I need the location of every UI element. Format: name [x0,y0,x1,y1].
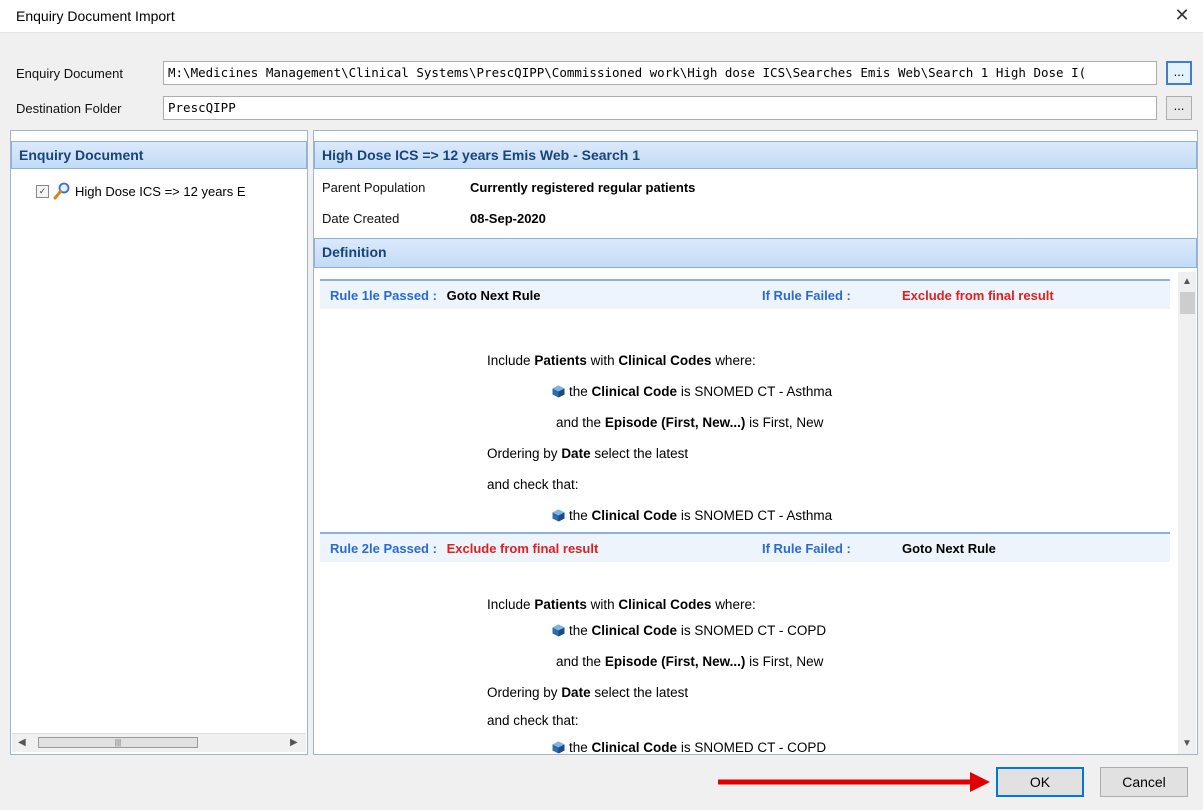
date-created-label: Date Created [322,211,400,226]
rule-1-title: Rule 1le Passed : [330,288,437,303]
clinical-code-icon [552,624,565,637]
rule-2-failed-label: If Rule Failed : [762,541,851,556]
rule-1-failed-label: If Rule Failed : [762,288,851,303]
tree-item-label: High Dose ICS => 12 years E [75,183,246,199]
rule-2-bar: Rule 2le Passed : Exclude from final res… [320,532,1170,562]
rule-2-passed-action: Exclude from final result [446,541,599,556]
window-title: Enquiry Document Import [16,8,175,24]
parent-population-label: Parent Population [322,180,426,195]
vertical-scroll-thumb[interactable] [1180,292,1195,314]
rule-2-failed-action: Goto Next Rule [902,541,996,556]
rule-1-check-code-line: the Clinical Code is SNOMED CT - Asthma [552,508,832,523]
enquiry-document-field[interactable]: M:\Medicines Management\Clinical Systems… [163,61,1157,85]
clinical-code-icon [552,741,565,754]
rule-2-check-line: and check that: [487,713,579,728]
rule-1-passed-action: Goto Next Rule [446,288,541,303]
destination-folder-browse-button[interactable]: ... [1166,96,1192,120]
rule-1-check-line: and check that: [487,477,579,492]
date-created-value: 08-Sep-2020 [470,211,546,226]
rule-1-ordering-line: Ordering by Date select the latest [487,446,689,461]
rule-2-include-line: Include Patients with Clinical Codes whe… [487,597,756,612]
search-title-header: High Dose ICS => 12 years Emis Web - Sea… [314,141,1197,169]
enquiry-document-browse-button[interactable]: ... [1166,61,1192,85]
enquiry-tree-header: Enquiry Document [11,141,307,169]
vertical-scrollbar[interactable] [1178,272,1196,754]
rule-2-code-line: the Clinical Code is SNOMED CT - COPD [552,623,826,638]
scroll-up-icon[interactable]: ▲ [1182,276,1192,287]
parent-population-value: Currently registered regular patients [470,180,696,195]
rule-2-check-code-line: the Clinical Code is SNOMED CT - COPD [552,740,826,754]
horizontal-scroll-thumb[interactable]: ||| [38,737,198,748]
destination-folder-label: Destination Folder [16,101,122,116]
rule-2-title: Rule 2le Passed : [330,541,437,556]
destination-folder-field[interactable]: PrescQIPP [163,96,1157,120]
definition-header: Definition [314,238,1197,268]
rule-1-bar: Rule 1le Passed : Goto Next Rule If Rule… [320,279,1170,309]
annotation-arrow-icon [718,772,990,792]
tree-item[interactable]: ✓ High Dose ICS => 12 years E [36,181,306,201]
title-bar: Enquiry Document Import ✕ [0,0,1203,33]
tree-item-checkbox[interactable]: ✓ [36,184,49,198]
search-icon [53,182,70,200]
rule-1-episode-line: and the Episode (First, New...) is First… [556,415,824,430]
scroll-down-icon[interactable]: ▼ [1182,738,1192,749]
enquiry-document-label: Enquiry Document [16,66,123,81]
ok-button[interactable]: OK [996,767,1084,797]
clinical-code-icon [552,385,565,398]
cancel-button[interactable]: Cancel [1100,767,1188,797]
rule-1-failed-action: Exclude from final result [902,288,1054,303]
rule-2-episode-line: and the Episode (First, New...) is First… [556,654,824,669]
rule-1-include-line: Include Patients with Clinical Codes whe… [487,353,756,368]
close-icon[interactable]: ✕ [1171,4,1193,26]
clinical-code-icon [552,509,565,522]
scroll-left-icon[interactable]: ◀ [18,737,26,748]
enquiry-tree-pane [10,130,308,755]
scroll-right-icon[interactable]: ▶ [290,737,298,748]
rule-2-ordering-line: Ordering by Date select the latest [487,685,689,700]
rule-1-code-line: the Clinical Code is SNOMED CT - Asthma [552,384,832,399]
